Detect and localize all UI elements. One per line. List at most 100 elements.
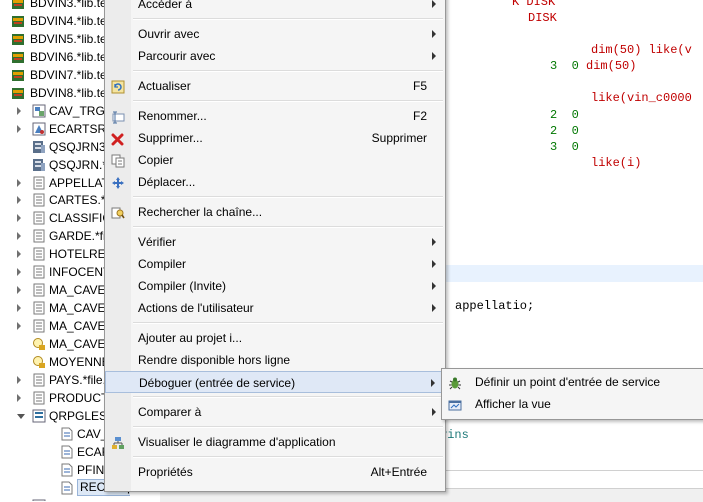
source-member-icon [60,427,74,441]
collapsed-chevron-icon[interactable] [17,232,21,241]
menu-item-ajouter-au-projet-i[interactable]: Ajouter au projet i... [105,327,445,349]
view-icon [448,397,462,411]
menu-item-label: Renommer... [138,109,207,123]
member-icon [11,14,25,28]
file-icon [32,301,46,315]
menu-item-ouvrir-avec[interactable]: Ouvrir avec [105,23,445,45]
expanded-chevron-icon[interactable] [17,413,25,419]
lock-icon [32,355,46,369]
divider [440,470,703,471]
menu-item-label: Compiler (Invite) [138,279,227,293]
context-menu: Accéder à Ouvrir avec Parcourir avec Actual… [104,0,446,492]
service-program-icon [32,122,46,136]
menu-item-actions-de-l-utilisateur[interactable]: Actions de l'utilisateur [105,297,445,319]
code-line: appellatio; [455,299,535,313]
menu-item-label: Copier [138,153,174,167]
code-line: DISK [528,11,557,25]
submenu-arrow-icon [432,30,436,38]
menu-item-label: Définir un point d'entrée de service [475,375,661,389]
menu-item-set-service-entry-point[interactable]: Définir un point d'entrée de service [442,371,703,393]
submenu-arrow-icon [432,238,436,246]
menu-separator [133,456,443,458]
tree-item-label: QSQJRN.*j [49,157,110,172]
current-line-highlight [440,265,703,282]
collapsed-chevron-icon[interactable] [17,196,21,205]
menu-item-visualiser-le-diagramme-d-application[interactable]: Visualiser le diagramme d'application [105,431,445,453]
file-icon [32,283,46,297]
collapsed-chevron-icon[interactable] [17,268,21,277]
tree-item-label: MA_CAVE [49,337,106,352]
copy-icon [111,153,125,168]
code-line: dim(50) like(v [591,43,692,57]
file-icon [32,373,46,387]
menu-item-shortcut: F2 [412,109,427,123]
menu-item-shortcut: Supprimer [371,131,427,145]
tree-item-label: BDVIN4.*lib.te [30,13,107,28]
menu-separator [133,18,443,20]
refresh-icon [111,79,125,94]
bug-icon [448,375,462,390]
tree-item-label: MA_CAVE [49,283,106,298]
collapsed-chevron-icon[interactable] [17,178,21,187]
menu-item-supprimer[interactable]: Supprimer... Supprimer [105,127,445,149]
menu-item-copier[interactable]: Copier [105,149,445,171]
tree-item-label: BDVIN6.*lib.te [30,49,107,64]
tree-item-label: BDVIN5.*lib.te [30,31,107,46]
menu-item-show-view[interactable]: Afficher la vue [442,393,703,415]
code-line: K DISK [512,0,556,9]
member-icon [11,86,25,100]
tree-item-label: CAV_TRG. [49,103,109,118]
member-icon [11,0,25,10]
menu-item-comparer-a[interactable]: Comparer à [105,401,445,423]
menu-item-deplacer[interactable]: Déplacer... [105,171,445,193]
collapsed-chevron-icon[interactable] [17,124,21,133]
lock-icon [32,337,46,351]
menu-item-label: Actions de l'utilisateur [138,301,254,315]
menu-item-renommer[interactable]: Renommer... F2 [105,105,445,127]
source-member-icon [60,463,74,477]
collapsed-chevron-icon[interactable] [17,286,21,295]
code-line: 2 0 [550,124,579,138]
menu-item-rendre-disponible-hors-ligne[interactable]: Rendre disponible hors ligne [105,349,445,371]
code-line: 3 0 [550,140,579,154]
menu-item-label: Afficher la vue [475,397,551,411]
menu-item-deboguer-entree-de-service[interactable]: Déboguer (entrée de service) [105,371,445,393]
menu-item-label: Comparer à [138,405,202,419]
source-editor[interactable]: K DISK DISK dim(50) like(v 3 0 dim(50) l… [440,0,703,501]
submenu-arrow-icon [431,379,435,387]
menu-item-acceder-a[interactable]: Accéder à [105,0,445,15]
tree-item[interactable]: QSQLSRC.*file.p [0,497,130,501]
file-icon [32,391,46,405]
file-icon [32,319,46,333]
menu-item-actualiser[interactable]: Actualiser F5 [105,75,445,97]
collapsed-chevron-icon[interactable] [17,106,21,115]
menu-item-label: Déboguer (entrée de service) [139,376,296,390]
collapsed-chevron-icon[interactable] [17,250,21,259]
code-line: like(i) [591,156,642,170]
menu-item-label: Propriétés [138,465,193,479]
menu-item-compiler-invite[interactable]: Compiler (Invite) [105,275,445,297]
file-icon [32,176,46,190]
tree-item-label: PRODUCT [49,390,109,405]
collapsed-chevron-icon[interactable] [17,304,21,313]
menu-item-rechercher-la-chaine[interactable]: Rechercher la chaîne... [105,201,445,223]
tree-item-label: QSQLSRC.*file.p [49,497,130,501]
collapsed-chevron-icon[interactable] [17,322,21,331]
menu-item-label: Vérifier [138,235,177,249]
tree-item-label: CLASSIFIC [49,211,112,226]
collapsed-chevron-icon[interactable] [17,375,21,384]
tree-item-label: PAYS.*file. [49,372,106,387]
menu-item-proprietes[interactable]: Propriétés Alt+Entrée [105,461,445,483]
menu-item-label: Supprimer... [138,131,203,145]
menu-separator [133,396,443,398]
menu-item-compiler[interactable]: Compiler [105,253,445,275]
menu-item-parcourir-avec[interactable]: Parcourir avec [105,45,445,67]
source-member-icon [60,445,74,459]
menu-item-label: Compiler [138,257,187,271]
collapsed-chevron-icon[interactable] [17,393,21,402]
menu-item-verifier[interactable]: Vérifier [105,231,445,253]
menu-item-label: Ouvrir avec [138,27,200,41]
tree-item-label: BDVIN3.*lib.te [30,0,107,10]
collapsed-chevron-icon[interactable] [17,214,21,223]
tree-item-label: APPELLATI [49,175,113,190]
